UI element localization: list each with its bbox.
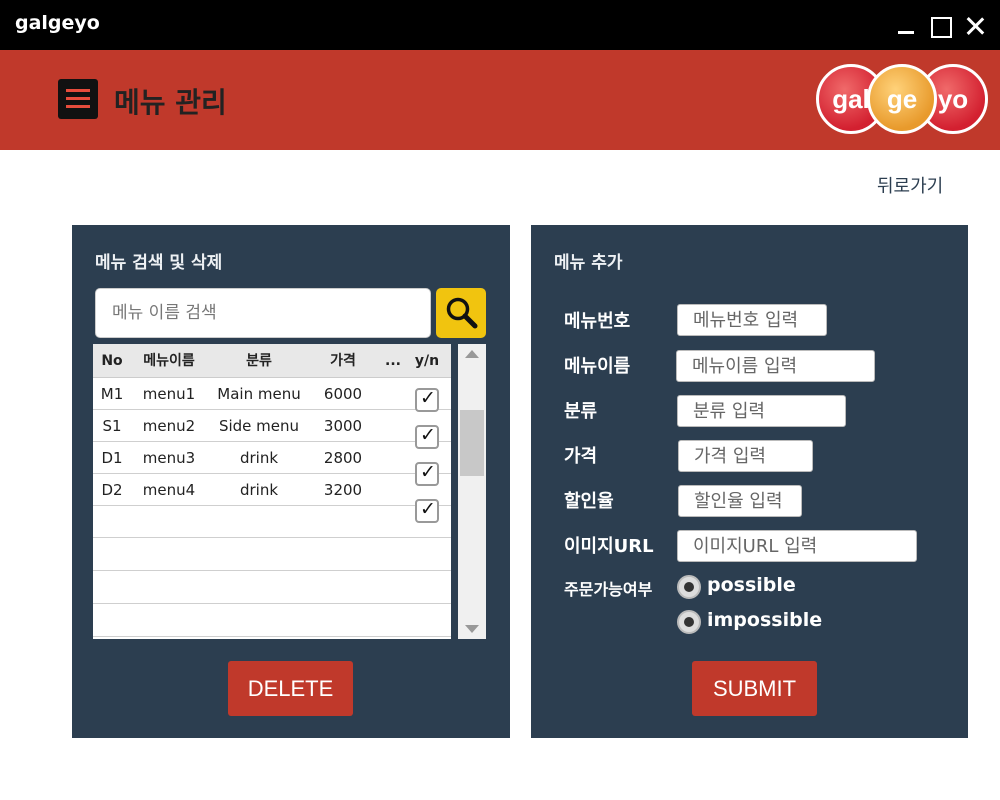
row-no: S1	[102, 417, 122, 435]
image-url-label: 이미지URL	[564, 536, 654, 557]
row-name: menu3	[142, 449, 196, 467]
radio-impossible-label[interactable]: impossible	[707, 609, 822, 631]
column-header-name: 메뉴이름	[143, 353, 195, 369]
row-price: 3200	[323, 481, 363, 499]
availability-label: 주문가능여부	[564, 580, 653, 599]
add-panel-title: 메뉴 추가	[554, 253, 623, 273]
hamburger-menu-icon[interactable]	[58, 79, 98, 119]
radio-impossible[interactable]	[677, 610, 701, 634]
search-icon	[446, 297, 478, 329]
table-scrollbar[interactable]	[458, 344, 486, 639]
row-checkbox[interactable]	[415, 461, 439, 486]
menu-search-input[interactable]	[95, 288, 431, 338]
radio-possible[interactable]	[677, 575, 701, 599]
galgeyo-logo: gal ge yo	[816, 64, 988, 136]
table-header: No 메뉴이름 분류 가격 ... y/n	[93, 344, 451, 378]
table-row-empty	[93, 572, 451, 604]
table-row[interactable]: D1 menu3 drink 2800	[93, 442, 451, 474]
menu-name-label: 메뉴이름	[564, 356, 631, 377]
category-field[interactable]	[677, 395, 846, 427]
discount-label: 할인율	[564, 491, 614, 512]
column-header-yn: y/n	[414, 353, 440, 369]
column-header-price: 가격	[330, 353, 356, 369]
row-category: drink	[239, 481, 279, 499]
menu-name-field[interactable]	[676, 350, 875, 382]
menu-number-label: 메뉴번호	[564, 311, 631, 332]
table-row[interactable]: D2 menu4 drink 3200	[93, 474, 451, 506]
scroll-down-arrow-icon[interactable]	[458, 619, 486, 639]
menu-number-field[interactable]	[677, 304, 827, 336]
delete-button[interactable]: DELETE	[228, 661, 353, 716]
app-title: galgeyo	[15, 12, 100, 34]
logo-part-ge: ge	[867, 64, 937, 134]
row-no: D2	[101, 481, 123, 499]
table-row[interactable]: S1 menu2 Side menu 3000	[93, 410, 451, 442]
close-icon[interactable]	[964, 14, 986, 36]
menu-search-panel: 메뉴 검색 및 삭제 No 메뉴이름 분류 가격 ... y/n M1 menu…	[72, 225, 510, 738]
table-row-empty	[93, 605, 451, 637]
row-no: M1	[100, 385, 124, 403]
row-price: 3000	[323, 417, 363, 435]
row-category: drink	[239, 449, 279, 467]
row-category: Main menu	[217, 385, 301, 403]
scrollbar-thumb[interactable]	[460, 410, 484, 476]
column-header-no: No	[101, 353, 123, 369]
submit-button[interactable]: SUBMIT	[692, 661, 817, 716]
row-name: menu4	[142, 481, 196, 499]
column-header-category: 분류	[246, 353, 272, 369]
column-header-more: ...	[385, 353, 401, 369]
radio-possible-label[interactable]: possible	[707, 574, 796, 596]
scroll-up-arrow-icon[interactable]	[458, 344, 486, 364]
row-no: D1	[101, 449, 123, 467]
row-checkbox[interactable]	[415, 424, 439, 449]
row-price: 2800	[323, 449, 363, 467]
image-url-field[interactable]	[677, 530, 917, 562]
search-button[interactable]	[436, 288, 486, 338]
window-title-bar: galgeyo	[0, 0, 1000, 50]
price-field[interactable]	[678, 440, 813, 472]
row-name: menu2	[142, 417, 196, 435]
menu-table: No 메뉴이름 분류 가격 ... y/n M1 menu1 Main menu…	[93, 344, 451, 639]
menu-add-panel: 메뉴 추가 메뉴번호 메뉴이름 분류 가격 할인율 이미지URL 주문가능여부 …	[531, 225, 968, 738]
category-label: 분류	[564, 401, 598, 422]
search-panel-title: 메뉴 검색 및 삭제	[95, 253, 223, 273]
maximize-icon[interactable]	[930, 14, 952, 38]
minimize-icon[interactable]	[896, 14, 918, 36]
back-link[interactable]: 뒤로가기	[877, 172, 943, 198]
row-checkbox[interactable]	[415, 387, 439, 412]
table-row-empty	[93, 506, 451, 538]
table-row[interactable]: M1 menu1 Main menu 6000	[93, 378, 451, 410]
row-price: 6000	[323, 385, 363, 403]
header-bar: 메뉴 관리 gal ge yo	[0, 50, 1000, 150]
table-row-empty	[93, 539, 451, 571]
page-title: 메뉴 관리	[114, 86, 227, 119]
discount-field[interactable]	[678, 485, 802, 517]
row-checkbox[interactable]	[415, 498, 439, 523]
price-label: 가격	[564, 446, 598, 467]
row-category: Side menu	[218, 417, 300, 435]
row-name: menu1	[142, 385, 196, 403]
